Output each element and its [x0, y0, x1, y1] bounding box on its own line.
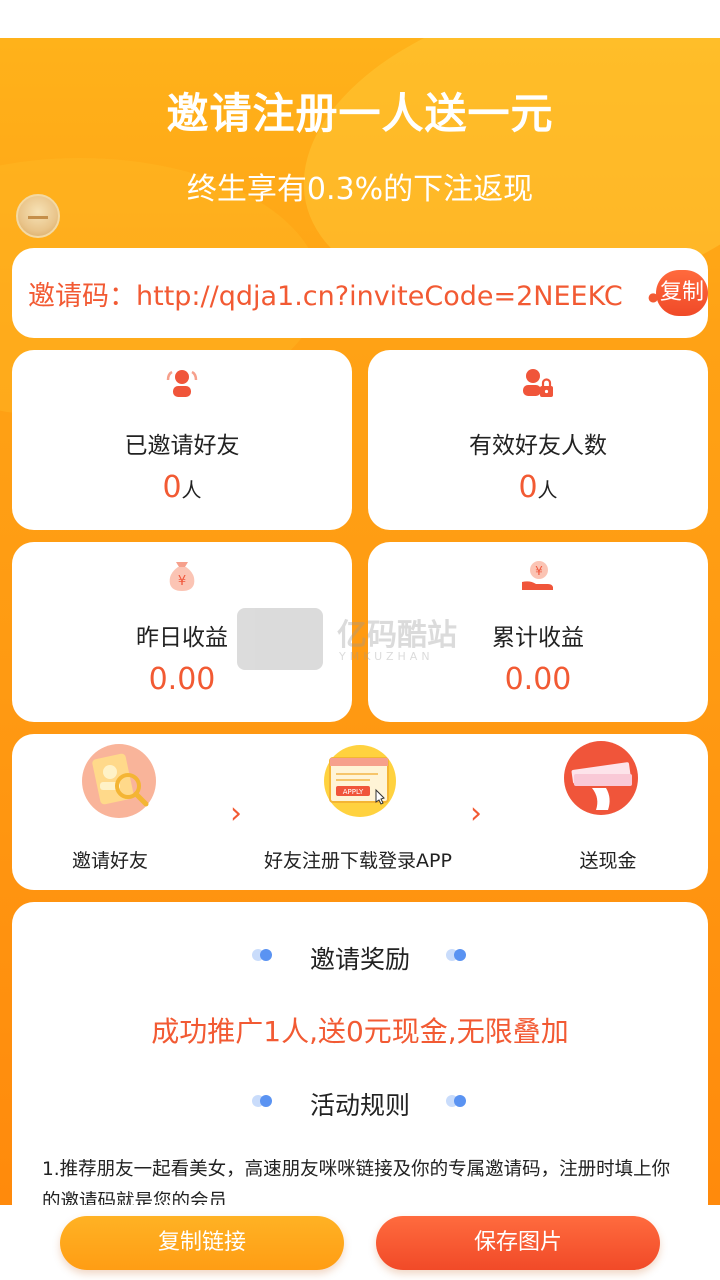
step-label: 邀请好友: [71, 850, 148, 872]
hand-coin-icon: ¥: [522, 561, 553, 590]
chevron-right-icon: ›: [230, 796, 242, 831]
stat-value: 0人: [162, 470, 202, 505]
svg-text:APPLY: APPLY: [343, 788, 364, 796]
cash-hand-icon: [564, 741, 638, 815]
rewards-heading: 邀请奖励: [309, 945, 410, 974]
user-lock-icon: [523, 369, 553, 397]
apply-icon: APPLY: [324, 745, 396, 817]
step-label: 好友注册下载登录APP: [264, 850, 452, 872]
step-register: APPLY 好友注册下载登录APP: [252, 734, 464, 890]
page-title: 邀请注册一人送一元: [166, 89, 554, 138]
money-bag-icon: ¥: [169, 562, 195, 591]
bottom-action-bar: 复制链接 保存图片: [0, 1205, 720, 1280]
reward-text: 成功推广1人,送0元现金,无限叠加: [151, 1015, 569, 1048]
status-bar: [0, 0, 720, 38]
stat-valid-friends: 有效好友人数 0人: [368, 350, 708, 530]
rewards-rules-card: 邀请奖励 成功推广1人,送0元现金,无限叠加 活动规则 1.推荐朋友一起看美女，…: [12, 902, 708, 1242]
page-subtitle: 终生享有0.3%的下注返现: [186, 172, 534, 207]
steps-card: 邀请好友 › APPLY 好友注册下载登录APP › 送现金: [12, 734, 708, 890]
rules-heading: 活动规则: [309, 1091, 410, 1120]
svg-text:¥: ¥: [178, 574, 186, 589]
stat-value: 0人: [518, 470, 558, 505]
chevron-right-icon: ›: [470, 796, 482, 831]
svg-text:¥: ¥: [535, 564, 543, 578]
invite-code-card: 邀请码：http://qdja1.cn?inviteCode=2NEEKC ●●: [12, 248, 708, 338]
copy-invite-button[interactable]: 复制: [656, 270, 708, 316]
avatar[interactable]: [16, 194, 60, 238]
stat-invited-friends: 已邀请好友 0人: [12, 350, 352, 530]
stat-label: 有效好友人数: [469, 433, 607, 459]
stat-label: 已邀请好友: [124, 433, 240, 459]
step-label: 送现金: [579, 850, 637, 872]
watermark: 亿码酷站 YMKUZHAN: [237, 608, 487, 672]
step-invite: 邀请好友: [12, 734, 208, 890]
friends-icon: [166, 370, 198, 397]
step-cash: 送现金: [510, 734, 706, 890]
bubble-icon: [446, 1094, 468, 1108]
search-card-icon: [82, 744, 156, 818]
copy-link-button[interactable]: 复制链接: [60, 1216, 344, 1270]
bubble-icon: [446, 948, 468, 962]
save-image-button[interactable]: 保存图片: [376, 1216, 660, 1270]
invite-code-text: 邀请码：http://qdja1.cn?inviteCode=2NEEKC: [28, 281, 623, 312]
